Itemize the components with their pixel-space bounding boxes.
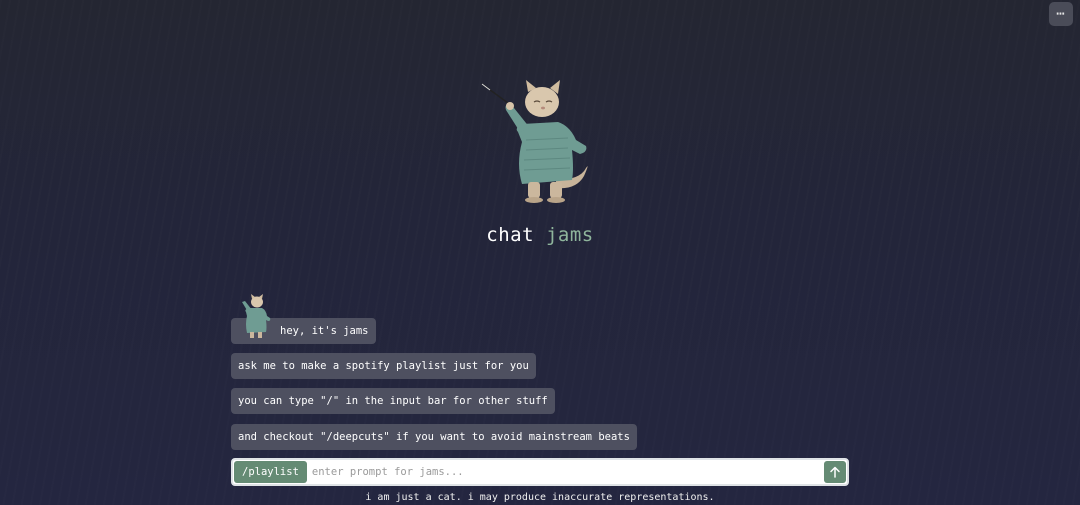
arrow-up-icon (830, 466, 840, 478)
message-text: you can type "/" in the input bar for ot… (238, 395, 548, 407)
message-text: hey, it's jams (280, 325, 369, 337)
cat-left-foot (525, 197, 543, 203)
avatar-sweater (245, 308, 271, 333)
cat-left-leg (528, 182, 540, 198)
conductor-cat-avatar (242, 294, 271, 338)
app-title-jams: jams (545, 224, 594, 246)
cat-head (525, 87, 559, 117)
command-chip[interactable]: /playlist (234, 461, 307, 483)
send-button[interactable] (824, 461, 846, 483)
cat-sweater (516, 122, 587, 184)
bot-message: ask me to make a spotify playlist just f… (231, 353, 536, 379)
message-text: and checkout "/deepcuts" if you want to … (238, 431, 630, 443)
message-text: ask me to make a spotify playlist just f… (238, 360, 529, 372)
bot-message: you can type "/" in the input bar for ot… (231, 388, 555, 414)
avatar-right-leg (258, 332, 262, 338)
prompt-composer: /playlist (231, 458, 849, 486)
ellipsis-icon: ⋯ (1056, 6, 1066, 22)
prompt-input[interactable] (311, 466, 824, 478)
cat-paw (506, 102, 514, 110)
conductor-cat-illustration (481, 80, 588, 203)
app-title-chat: chat (486, 224, 535, 246)
disclaimer-text: i am just a cat. i may produce inaccurat… (365, 492, 715, 503)
baton-tip (481, 83, 491, 91)
bot-message: and checkout "/deepcuts" if you want to … (231, 424, 637, 450)
cat-right-foot (547, 197, 565, 203)
avatar-left-leg (250, 332, 254, 338)
cat-right-leg (550, 182, 562, 198)
app-title: chat jams (0, 224, 1080, 246)
more-options-button[interactable]: ⋯ (1049, 2, 1073, 26)
cat-nose (541, 106, 545, 110)
